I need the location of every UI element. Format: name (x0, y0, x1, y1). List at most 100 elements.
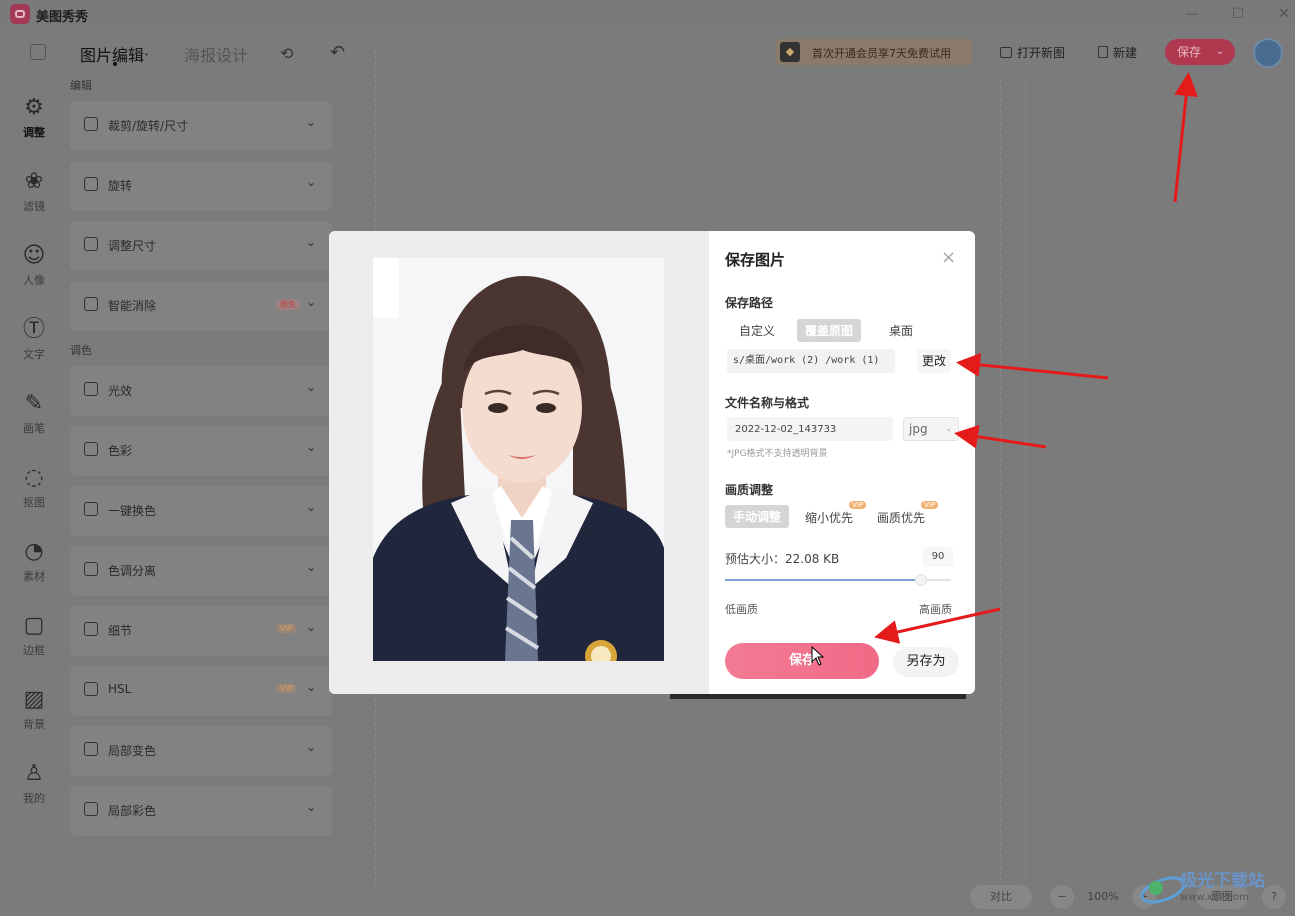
undo-icon[interactable]: ↶ (330, 42, 345, 63)
new-button[interactable]: 新建 (1098, 44, 1137, 61)
open-image-icon (1000, 47, 1012, 58)
zoom-level: 100% (1087, 890, 1119, 903)
top-save-label: 保存 (1177, 45, 1202, 59)
close-window-button[interactable]: ✕ (1272, 2, 1295, 26)
chevron-down-icon[interactable]: ⌄ (1216, 39, 1224, 65)
change-path-button[interactable]: 更改 (917, 349, 951, 373)
chevron-down-icon: ˅ (144, 53, 150, 64)
nav-item[interactable]: ✎ 画笔 (8, 390, 60, 436)
nav-label: 文字 (23, 348, 45, 361)
nav-item[interactable]: ☺ 人像 (8, 242, 60, 288)
nav-item[interactable]: ◔ 素材 (8, 538, 60, 584)
filename-input[interactable] (727, 417, 893, 441)
contrast-button[interactable]: 对比 (970, 885, 1032, 909)
open-image-button[interactable]: 打开新图 (1000, 44, 1065, 61)
history-icon[interactable]: ⟲ (280, 44, 293, 63)
low-quality-label: 低画质 (725, 603, 758, 616)
path-option-overwrite[interactable]: 覆盖原图 (797, 319, 862, 342)
maximize-button[interactable]: ☐ (1226, 2, 1250, 26)
nav-label: 背景 (23, 718, 45, 731)
quality-option-size-first[interactable]: 缩小优先 VIP (805, 501, 867, 526)
tool-icon (84, 802, 98, 816)
tool-card[interactable]: 调整尺寸 ⌄ (70, 221, 332, 271)
nav-item[interactable]: ⚙ 调整 (8, 94, 60, 140)
quality-label: 画质调整 (725, 483, 774, 497)
quality-option-quality-first[interactable]: 画质优先 VIP (877, 501, 939, 526)
new-file-icon (1098, 46, 1108, 58)
vip-badge: VIP (276, 624, 297, 633)
nav-icon: Ⓣ (22, 317, 45, 342)
nav-icon: ▨ (23, 687, 45, 712)
chevron-down-icon: ⌄ (306, 295, 317, 309)
tool-card[interactable]: 细节 ⌄ VIP (70, 606, 332, 656)
high-quality-label: 高画质 (919, 603, 952, 616)
path-option-custom[interactable]: 自定义 (739, 322, 775, 339)
tool-label: 局部彩色 (108, 804, 157, 818)
quality-slider-thumb[interactable] (915, 574, 927, 586)
tool-label: 调整尺寸 (108, 239, 157, 253)
estimated-size-label: 预估大小： (725, 552, 786, 566)
nav-label: 边框 (23, 644, 45, 657)
nav-item[interactable]: ♙ 我的 (8, 760, 60, 806)
tool-card[interactable]: HSL ⌄ VIP (70, 666, 332, 716)
save-path-label: 保存路径 (725, 296, 774, 310)
user-avatar[interactable] (1253, 38, 1283, 68)
format-select[interactable]: jpg ⌄ (903, 417, 959, 441)
quality-option-label: 画质优先 (877, 511, 926, 525)
canvas-guide (1025, 80, 1026, 880)
nav-item[interactable]: ◌ 抠图 (8, 464, 60, 510)
chevron-down-icon: ⌄ (306, 680, 317, 694)
quality-value-input[interactable]: 90 (923, 547, 953, 567)
save-button[interactable]: 保存 (725, 643, 879, 679)
nav-item[interactable]: ▢ 边框 (8, 612, 60, 658)
help-button[interactable]: ? (1262, 885, 1286, 909)
chevron-down-icon: ⌄ (306, 115, 317, 129)
watermark-text: 极光下载站 (1180, 871, 1265, 891)
tool-icon (84, 117, 98, 131)
tool-card[interactable]: 一键换色 ⌄ (70, 486, 332, 536)
tool-card[interactable]: 局部彩色 ⌄ (70, 786, 332, 836)
estimated-size-value: 22.08 KB (785, 552, 840, 566)
quality-option-manual[interactable]: 手动调整 (725, 505, 790, 528)
top-save-button[interactable]: 保存 ⌄ (1165, 39, 1235, 65)
nav-item[interactable]: ▨ 背景 (8, 686, 60, 732)
free-badge: 限免 (276, 299, 300, 310)
tool-icon (84, 177, 98, 191)
annotation-arrow (1173, 72, 1199, 203)
new-label: 新建 (1113, 46, 1138, 60)
annotation-arrow (956, 352, 1109, 380)
tool-card[interactable]: 光效 ⌄ (70, 366, 332, 416)
close-icon[interactable]: × (941, 247, 956, 268)
tool-card[interactable]: 裁剪/旋转/尺寸 ⌄ (70, 101, 332, 151)
nav-label: 调整 (23, 126, 45, 139)
tool-card[interactable]: 色调分离 ⌄ (70, 546, 332, 596)
zoom-out-button[interactable]: − (1050, 885, 1074, 909)
save-path-display: s/桌面/work (2) /work (1) (727, 349, 895, 373)
tool-icon (84, 297, 98, 311)
nav-item[interactable]: ❀ 滤镜 (8, 168, 60, 214)
canvas-guide (1000, 80, 1001, 880)
tab-poster-design[interactable]: 海报设计 (184, 42, 248, 66)
tool-card[interactable]: 旋转 ⌄ (70, 161, 332, 211)
tool-card[interactable]: 色彩 ⌄ (70, 426, 332, 476)
tool-card[interactable]: 智能消除 ⌄ 限免 (70, 281, 332, 331)
tool-icon (84, 382, 98, 396)
path-option-desktop[interactable]: 桌面 (889, 322, 913, 339)
save-as-button[interactable]: 另存为 (893, 647, 959, 677)
chevron-down-icon: ⌄ (306, 440, 317, 454)
nav-label: 我的 (23, 792, 45, 805)
nav-item[interactable]: Ⓣ 文字 (8, 316, 60, 362)
tool-card[interactable]: 局部变色 ⌄ (70, 726, 332, 776)
tool-icon (84, 742, 98, 756)
vip-badge: VIP (276, 684, 297, 693)
chevron-down-icon: ⌄ (306, 620, 317, 634)
tool-label: 色调分离 (108, 564, 157, 578)
nav-label: 滤镜 (23, 200, 45, 213)
tab-image-edit-label: 图片编辑 (80, 46, 145, 65)
nav-icon: ⚙ (24, 95, 44, 120)
tool-label: 色彩 (108, 444, 133, 458)
home-icon[interactable] (30, 44, 46, 60)
vip-badge: VIP (921, 501, 939, 509)
quality-slider-fill (725, 579, 919, 581)
minimize-button[interactable]: — (1180, 2, 1204, 26)
